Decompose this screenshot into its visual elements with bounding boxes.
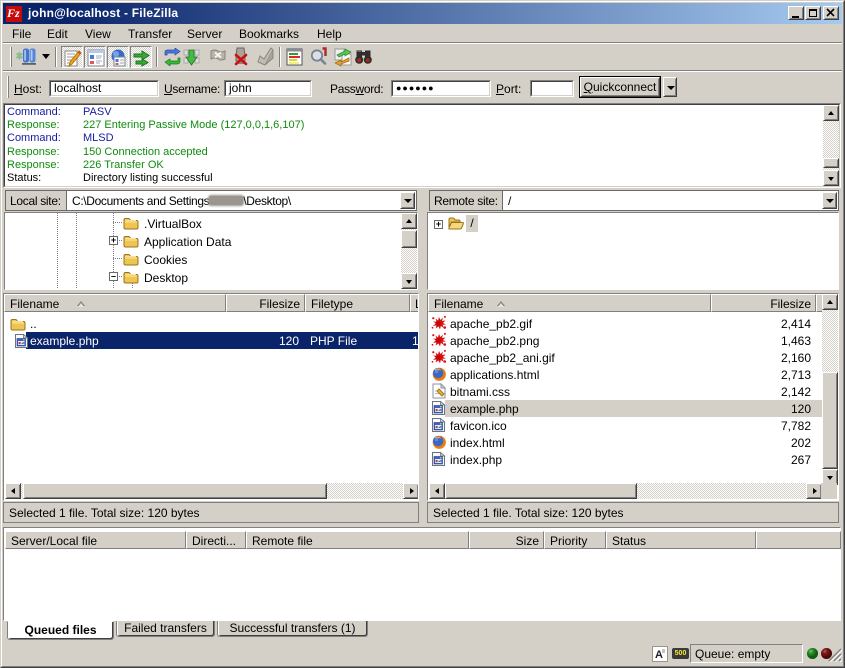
svg-text:A: A — [655, 649, 663, 661]
svg-text:Fz: Fz — [6, 6, 20, 20]
